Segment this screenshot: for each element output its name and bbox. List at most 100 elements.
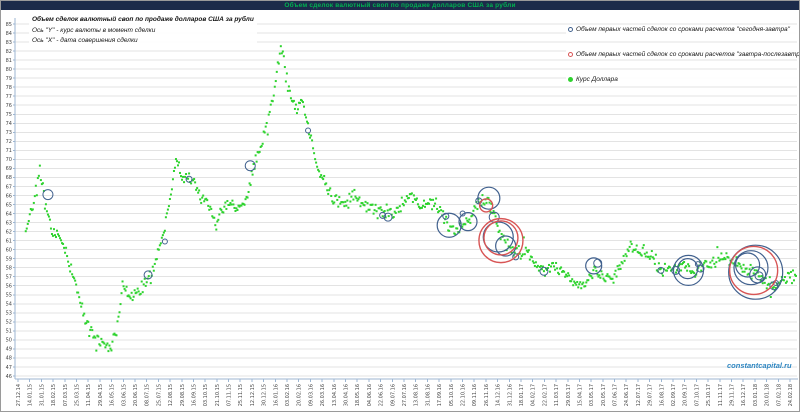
rate-point bbox=[512, 246, 514, 248]
rate-point bbox=[310, 135, 312, 137]
rate-point bbox=[655, 254, 657, 256]
rate-point bbox=[485, 202, 487, 204]
rate-point bbox=[754, 269, 756, 271]
volume-bubble-today-tomorrow bbox=[245, 161, 255, 171]
rate-point bbox=[99, 345, 101, 347]
rate-point bbox=[617, 265, 619, 267]
rate-point bbox=[280, 45, 282, 47]
rate-point bbox=[501, 233, 503, 235]
rate-point bbox=[464, 223, 466, 225]
rate-point bbox=[153, 270, 155, 272]
x-tick-label: 25.07.15 bbox=[156, 384, 162, 406]
rate-point bbox=[202, 195, 204, 197]
rate-point bbox=[347, 207, 349, 209]
y-tick-label: 66 bbox=[6, 193, 12, 199]
x-tick-label: 07.02.18 bbox=[776, 384, 782, 406]
x-tick-label: 27.07.16 bbox=[402, 384, 408, 406]
rate-point bbox=[275, 80, 277, 82]
rate-point bbox=[252, 174, 254, 176]
x-tick-label: 07.11.15 bbox=[227, 384, 233, 406]
x-tick-label: 25.10.17 bbox=[706, 384, 712, 406]
rate-point bbox=[388, 215, 390, 217]
x-tick-label: 16.01.16 bbox=[273, 384, 279, 406]
rate-point bbox=[308, 133, 310, 135]
rate-point bbox=[85, 322, 87, 324]
rate-point bbox=[331, 200, 333, 202]
rate-point bbox=[564, 276, 566, 278]
rate-point bbox=[67, 261, 69, 263]
x-tick-label: 20.05.17 bbox=[601, 384, 607, 406]
rate-point bbox=[572, 284, 574, 286]
rate-point bbox=[622, 262, 624, 264]
rate-point bbox=[395, 212, 397, 214]
rate-point bbox=[345, 205, 347, 207]
rate-point bbox=[264, 131, 266, 133]
legend-item-today-tomorrow: Объем первых частей сделок со сроками ра… bbox=[566, 25, 800, 34]
watermark-link[interactable]: constantcapital.ru bbox=[727, 361, 792, 370]
rate-point bbox=[190, 182, 192, 184]
rate-point bbox=[183, 181, 185, 183]
rate-point bbox=[59, 237, 61, 239]
rate-point bbox=[619, 264, 621, 266]
rate-point bbox=[130, 297, 132, 299]
rate-point bbox=[497, 225, 499, 227]
rate-point bbox=[664, 263, 666, 265]
x-tick-label: 29.08.15 bbox=[180, 384, 186, 406]
y-tick-label: 63 bbox=[6, 220, 12, 226]
x-tick-label: 16.08.17 bbox=[659, 384, 665, 406]
rate-point bbox=[209, 206, 211, 208]
x-tick-label: 26.11.16 bbox=[484, 384, 490, 406]
rate-point bbox=[741, 267, 743, 269]
rate-point bbox=[553, 265, 555, 267]
rate-point bbox=[428, 203, 430, 205]
rate-point bbox=[343, 205, 345, 207]
rate-point bbox=[570, 280, 572, 282]
rate-point bbox=[169, 198, 171, 200]
rate-point bbox=[367, 202, 369, 204]
rate-point bbox=[527, 251, 529, 253]
rate-point bbox=[632, 251, 634, 253]
rate-point bbox=[218, 213, 220, 215]
x-tick-label: 25.11.15 bbox=[238, 384, 244, 406]
rate-point bbox=[335, 194, 337, 196]
rate-point bbox=[156, 258, 158, 260]
rate-point bbox=[136, 291, 138, 293]
x-tick-label: 18.05.16 bbox=[355, 384, 361, 406]
rate-point bbox=[172, 178, 174, 180]
axis-x-description: Ось "X" - дата совершения сделки bbox=[32, 36, 254, 47]
rate-point bbox=[591, 277, 593, 279]
rate-point bbox=[390, 208, 392, 210]
rate-point bbox=[126, 286, 128, 288]
y-tick-label: 83 bbox=[6, 40, 12, 46]
chart-description-title: Объем сделок валютный своп по продаже до… bbox=[32, 15, 254, 26]
rate-point bbox=[94, 337, 96, 339]
y-tick-label: 48 bbox=[6, 356, 12, 362]
rate-point bbox=[256, 161, 258, 163]
rate-point bbox=[357, 198, 359, 200]
rate-point bbox=[351, 190, 353, 192]
red-ring-icon bbox=[568, 52, 573, 57]
rate-point bbox=[83, 313, 85, 315]
rate-point bbox=[269, 111, 271, 113]
rate-point bbox=[245, 198, 247, 200]
x-tick-label: 29.04.15 bbox=[98, 384, 104, 406]
rate-point bbox=[44, 208, 46, 210]
legend-item-tomorrow-after: Объем первых частей сделок со сроками ра… bbox=[566, 50, 800, 59]
x-tick-label: 20.02.16 bbox=[297, 384, 303, 406]
rate-point bbox=[448, 230, 450, 232]
rate-point bbox=[152, 266, 154, 268]
y-tick-label: 74 bbox=[6, 121, 12, 127]
rate-point bbox=[38, 175, 40, 177]
rate-point bbox=[265, 126, 267, 128]
rate-point bbox=[716, 246, 718, 248]
rate-point bbox=[456, 228, 458, 230]
rate-point bbox=[287, 90, 289, 92]
rate-point bbox=[571, 278, 573, 280]
y-tick-label: 81 bbox=[6, 58, 12, 64]
rate-point bbox=[601, 273, 603, 275]
rate-point bbox=[769, 276, 771, 278]
rate-point bbox=[739, 263, 741, 265]
rate-point bbox=[145, 285, 147, 287]
rate-point bbox=[373, 213, 375, 215]
rate-point bbox=[556, 267, 558, 269]
